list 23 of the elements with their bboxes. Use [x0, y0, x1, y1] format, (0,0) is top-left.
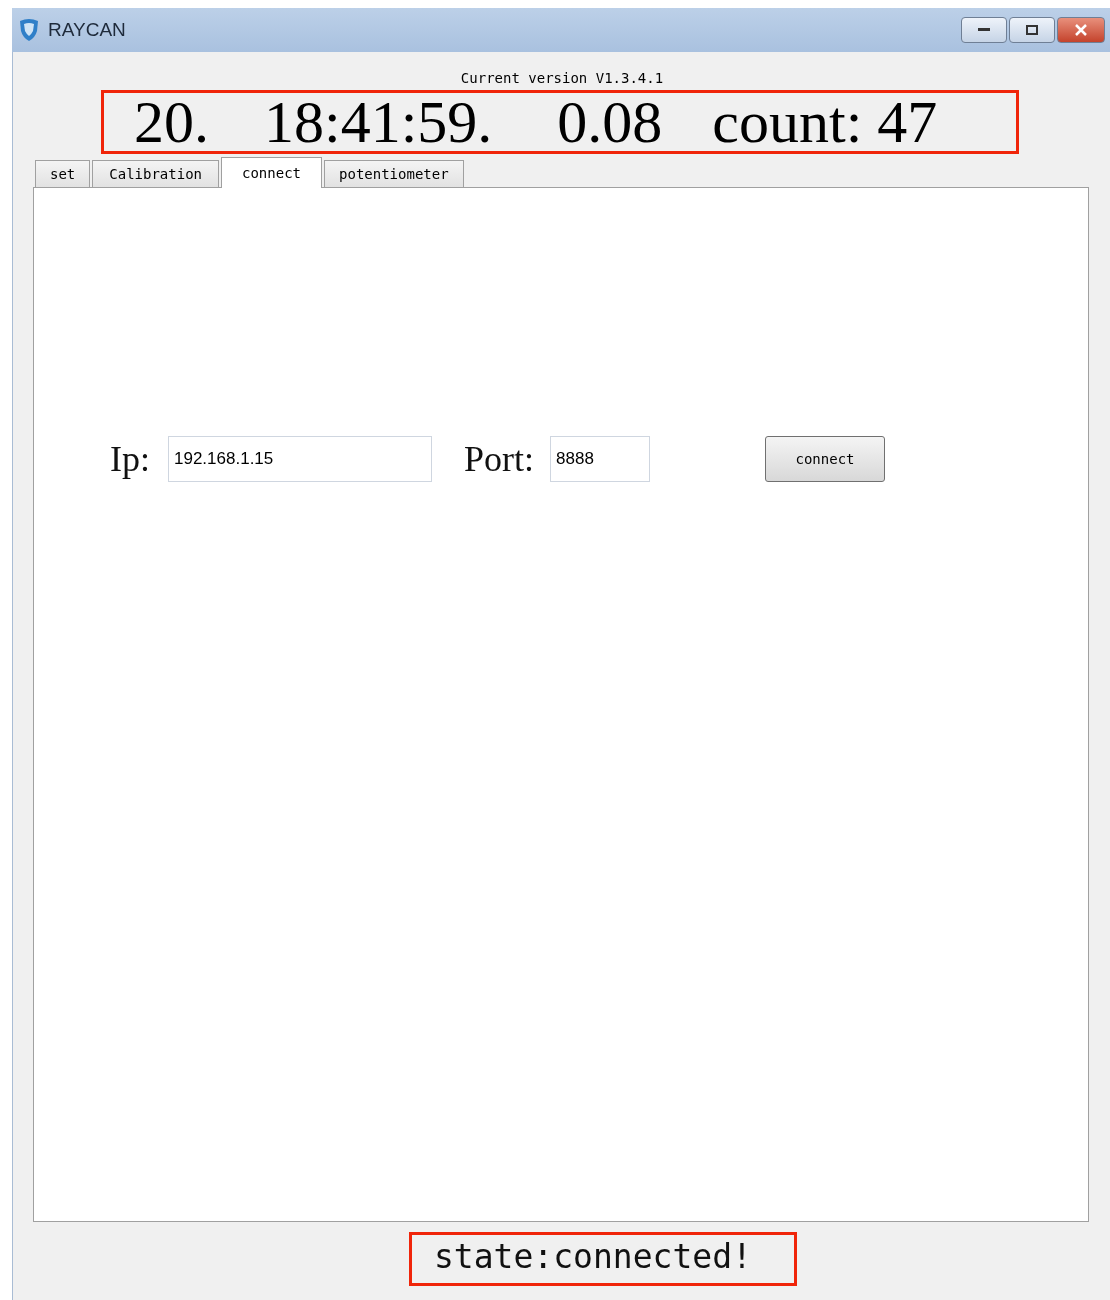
reading-value: 18:41:59.	[264, 92, 493, 152]
shield-logo-icon	[18, 18, 40, 42]
tab[interactable]: potentiometer	[324, 160, 464, 188]
ip-label: Ip:	[110, 438, 150, 480]
minimize-button[interactable]	[961, 17, 1007, 43]
reading-value: 0.08	[557, 92, 663, 152]
tab[interactable]: Calibration	[92, 160, 219, 188]
close-icon	[1074, 24, 1088, 36]
close-button[interactable]	[1057, 17, 1105, 43]
reading-value: 20.	[134, 92, 209, 152]
maximize-icon	[1026, 25, 1038, 35]
port-label: Port:	[464, 438, 534, 480]
status-text: state:connected!	[409, 1232, 797, 1286]
port-input-field[interactable]: 8888	[550, 436, 650, 482]
minimize-icon	[978, 28, 990, 32]
ip-input-field[interactable]: 192.168.1.15	[168, 436, 432, 482]
connect-button[interactable]: connect	[765, 436, 885, 482]
window-title: RAYCAN	[48, 19, 127, 41]
maximize-button[interactable]	[1009, 17, 1055, 43]
reading-value: count: 47	[712, 92, 938, 152]
tab[interactable]: set	[35, 160, 91, 188]
tab[interactable]: connect	[221, 157, 323, 188]
version-label: Current version V1.3.4.1	[459, 70, 665, 86]
